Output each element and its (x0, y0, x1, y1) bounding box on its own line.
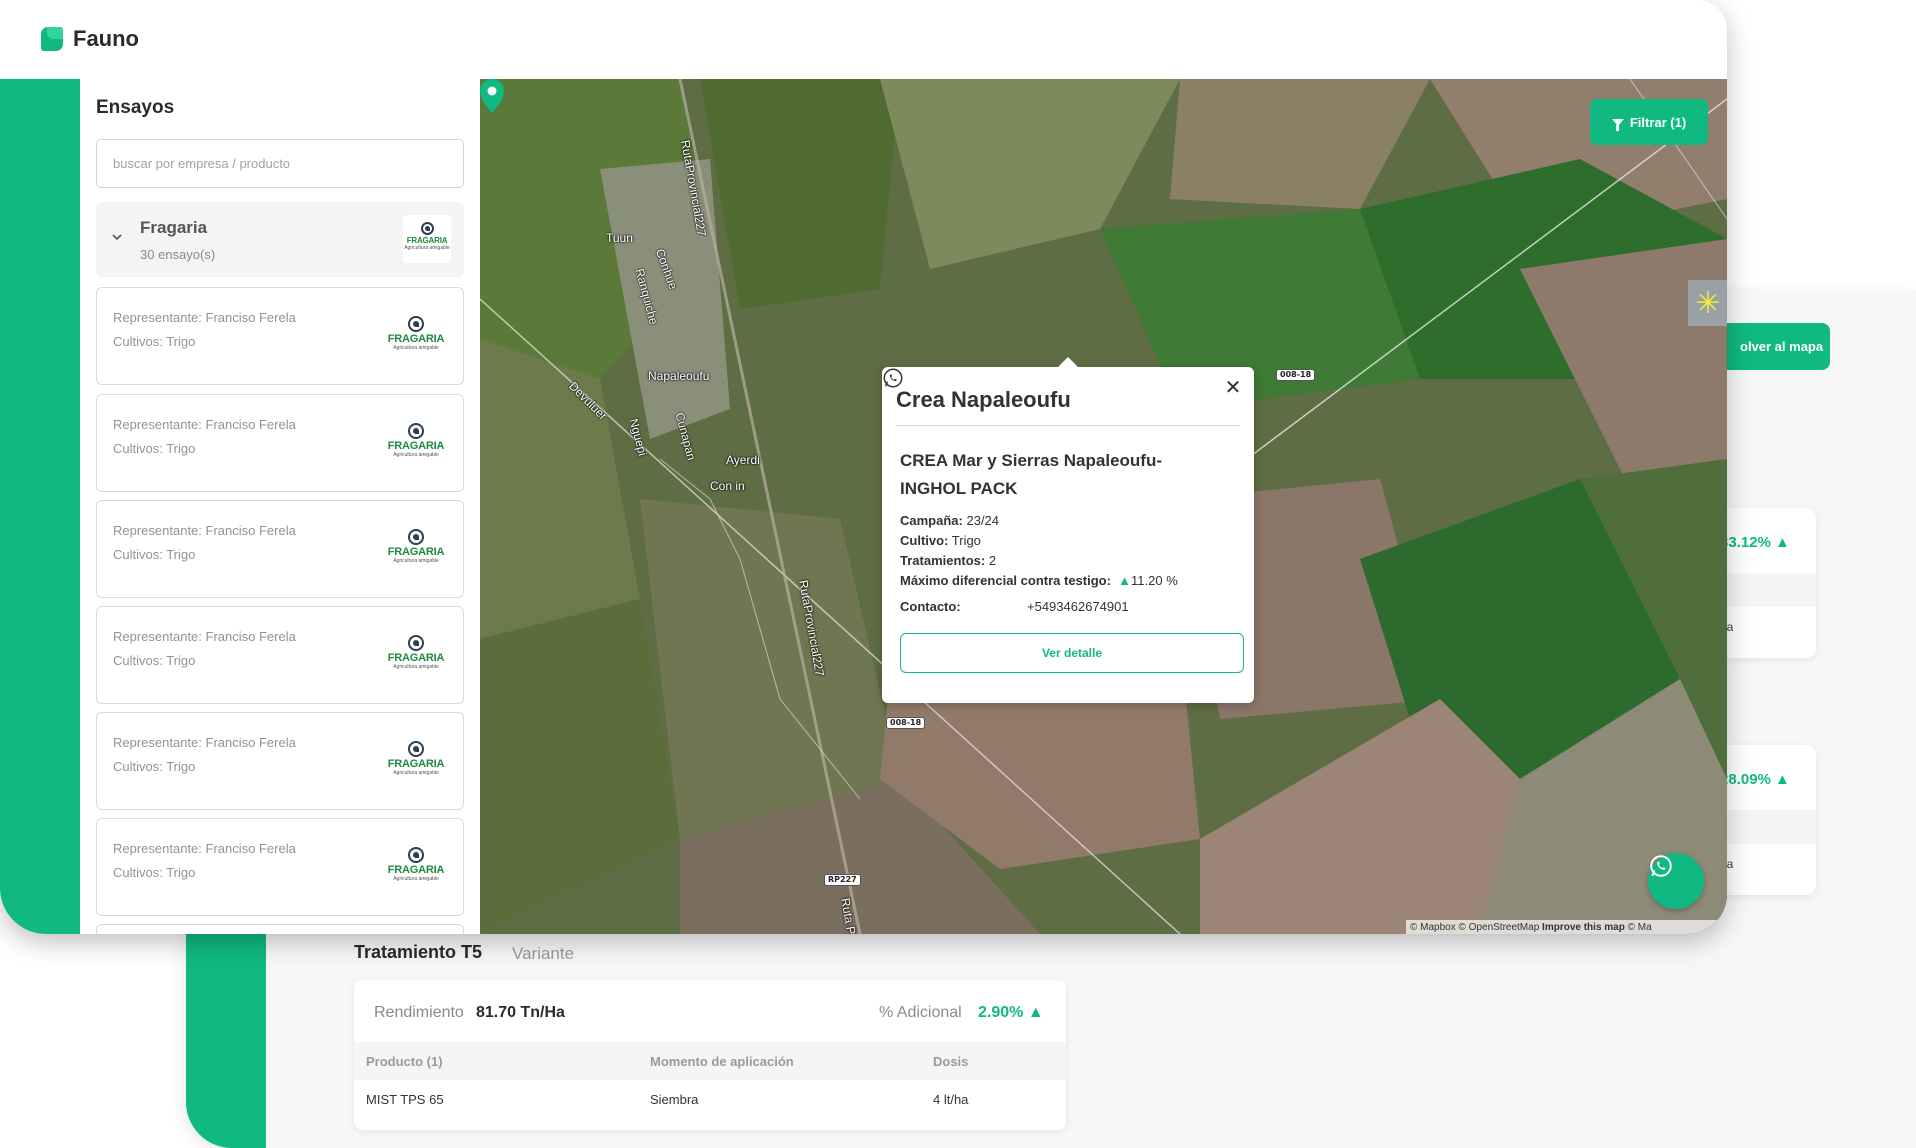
table-cell: MIST TPS 65 (366, 1092, 444, 1107)
attribution-link[interactable]: © Mapbox (1410, 922, 1456, 933)
road-shield: RP227 (824, 874, 861, 886)
company-logo: FRAGARIA Agricultura amigable (387, 847, 445, 891)
column-header: Dosis (933, 1054, 969, 1069)
table-cell: 4 lt/ha (933, 1092, 969, 1107)
trial-crops: Cultivos: Trigo (113, 865, 196, 880)
map-pin-icon[interactable] (480, 79, 504, 113)
trial-crops: Cultivos: Trigo (113, 547, 196, 562)
trial-list-item[interactable]: Representante: Franciso Ferela Cultivos:… (96, 712, 464, 810)
improve-map-link[interactable]: Improve this map (1542, 922, 1625, 933)
trial-list-item[interactable] (96, 924, 464, 934)
contact-label: Contacto: (900, 599, 961, 614)
back-to-map-button[interactable]: olver al mapa (1720, 323, 1830, 370)
max-diff-line: Máximo diferencial contra testigo: ▲11.2… (900, 573, 1178, 588)
up-arrow-icon: ▲ (1027, 1004, 1044, 1021)
trial-representative: Representante: Franciso Ferela (113, 310, 296, 325)
company-logo: FRAGARIA Agricultura amigable (387, 423, 445, 467)
fragaria-emblem-icon (408, 847, 424, 863)
treatments-line: Tratamientos: 2 (900, 553, 997, 568)
extension-sun-icon[interactable]: ✳ (1688, 280, 1727, 326)
company-logo: FRAGARIA Agricultura amigable (387, 635, 445, 679)
trial-representative: Representante: Franciso Ferela (113, 629, 296, 644)
additional-value: 2.90% ▲ (978, 1004, 1044, 1021)
map-attribution: © Mapbox © OpenStreetMap Improve this ma… (1406, 920, 1727, 934)
trial-crops: Cultivos: Trigo (113, 653, 196, 668)
top-bar: Fauno (0, 0, 1727, 79)
fragaria-emblem-icon (408, 423, 424, 439)
popup-subtitle: CREA Mar y Sierras Napaleoufu- INGHOL PA… (900, 451, 1162, 498)
crop-line: Cultivo: Trigo (900, 533, 981, 548)
popup-divider (896, 425, 1240, 426)
chevron-down-icon[interactable] (110, 230, 124, 244)
trial-representative: Representante: Franciso Ferela (113, 523, 296, 538)
company-group-header[interactable]: Fragaria 30 ensayo(s) FRAGARIA Agricultur… (96, 202, 464, 277)
trial-count: 30 ensayo(s) (140, 247, 216, 262)
trial-list-item[interactable]: Representante: Franciso Ferela Cultivos:… (96, 818, 464, 916)
whatsapp-chat-button[interactable] (1648, 853, 1704, 909)
main-app-window: Fauno Ensayos Fragaria 30 ensayo(s) FRAG… (0, 0, 1727, 934)
column-header: Momento de aplicación (650, 1054, 794, 1069)
trial-list-item[interactable]: Representante: Franciso Ferela Cultivos:… (96, 394, 464, 492)
contact-phone[interactable]: +5493462674901 (1027, 599, 1129, 614)
filter-icon (1611, 118, 1624, 131)
search-input[interactable] (96, 139, 464, 188)
fauno-logo-icon (41, 27, 63, 51)
treatment-title: Tratamiento T5 (354, 942, 483, 962)
company-name: Fragaria (140, 218, 208, 237)
up-arrow-icon: ▲ (1775, 771, 1790, 788)
treatment-variant: Variante (512, 944, 575, 963)
whatsapp-icon[interactable] (882, 367, 904, 389)
company-logo: FRAGARIA Agricultura amigable (387, 316, 445, 360)
company-logo: FRAGARIA Agricultura amigable (387, 529, 445, 573)
filter-button[interactable]: Filtrar (1) (1590, 99, 1708, 145)
fragaria-emblem-icon (420, 222, 434, 235)
attribution-link[interactable]: © OpenStreetMap (1459, 922, 1540, 933)
satellite-map[interactable]: RutaProvincial227 RutaProvincial227 Ruta… (480, 79, 1727, 934)
app-logo-text: Fauno (73, 26, 139, 51)
additional-label: % Adicional (879, 1004, 962, 1021)
trial-list-item[interactable]: Representante: Franciso Ferela Cultivos:… (96, 500, 464, 598)
up-arrow-icon: ▲ (1118, 573, 1132, 588)
trial-list-item[interactable]: Representante: Franciso Ferela Cultivos:… (96, 287, 464, 385)
trial-list-item[interactable]: Representante: Franciso Ferela Cultivos:… (96, 606, 464, 704)
close-icon[interactable]: ✕ (1222, 377, 1244, 399)
campaign-line: Campaña: 23/24 (900, 513, 1000, 528)
fragaria-emblem-icon (408, 316, 424, 332)
whatsapp-icon (1650, 855, 1672, 877)
trial-representative: Representante: Franciso Ferela (113, 417, 296, 432)
treatment-table-header: Producto (1) Momento de aplicación Dosis (354, 1042, 1066, 1080)
trial-crops: Cultivos: Trigo (113, 441, 196, 456)
treatment-card: Rendimiento 81.70 Tn/Ha % Adicional 2.90… (354, 980, 1066, 1130)
table-cell: Siembra (650, 1092, 699, 1107)
sidebar-title: Ensayos (96, 97, 175, 118)
map-town-label: Napaleoufu (648, 369, 710, 383)
back-card-percent: 28.09% ▲ (1720, 771, 1790, 788)
map-street-label: Con in (710, 479, 745, 493)
company-logo: FRAGARIA Agricultura amigable (403, 215, 451, 263)
trial-representative: Representante: Franciso Ferela (113, 735, 296, 750)
back-card-percent: 33.12% ▲ (1720, 534, 1790, 551)
road-shield: 008-18 (1276, 369, 1316, 381)
map-street-label: Tuun (606, 231, 633, 245)
fragaria-emblem-icon (408, 741, 424, 757)
yield-value: 81.70 Tn/Ha (476, 1004, 565, 1021)
up-arrow-icon: ▲ (1775, 534, 1790, 551)
company-logo: FRAGARIA Agricultura amigable (387, 741, 445, 785)
attribution-link[interactable]: © Ma (1628, 922, 1652, 933)
trial-popup: ✕ Crea Napaleoufu CREA Mar y Sierras Nap… (882, 357, 1254, 703)
road-shield: 008-18 (886, 717, 926, 729)
trial-representative: Representante: Franciso Ferela (113, 841, 296, 856)
left-nav-strip (0, 79, 80, 934)
map-place-label: Ayerdi (726, 453, 760, 467)
fragaria-emblem-icon (408, 635, 424, 651)
trial-crops: Cultivos: Trigo (113, 759, 196, 774)
trials-sidebar: Ensayos Fragaria 30 ensayo(s) FRAGARIAAg… (80, 79, 480, 934)
view-detail-button[interactable]: Ver detalle (900, 633, 1244, 673)
column-header: Producto (1) (366, 1054, 443, 1069)
table-row: MIST TPS 65 Siembra 4 lt/ha (354, 1080, 1066, 1120)
yield-label: Rendimiento (374, 1004, 464, 1021)
fragaria-emblem-icon (408, 529, 424, 545)
trial-crops: Cultivos: Trigo (113, 334, 196, 349)
popup-title: Crea Napaleoufu (896, 387, 1071, 412)
